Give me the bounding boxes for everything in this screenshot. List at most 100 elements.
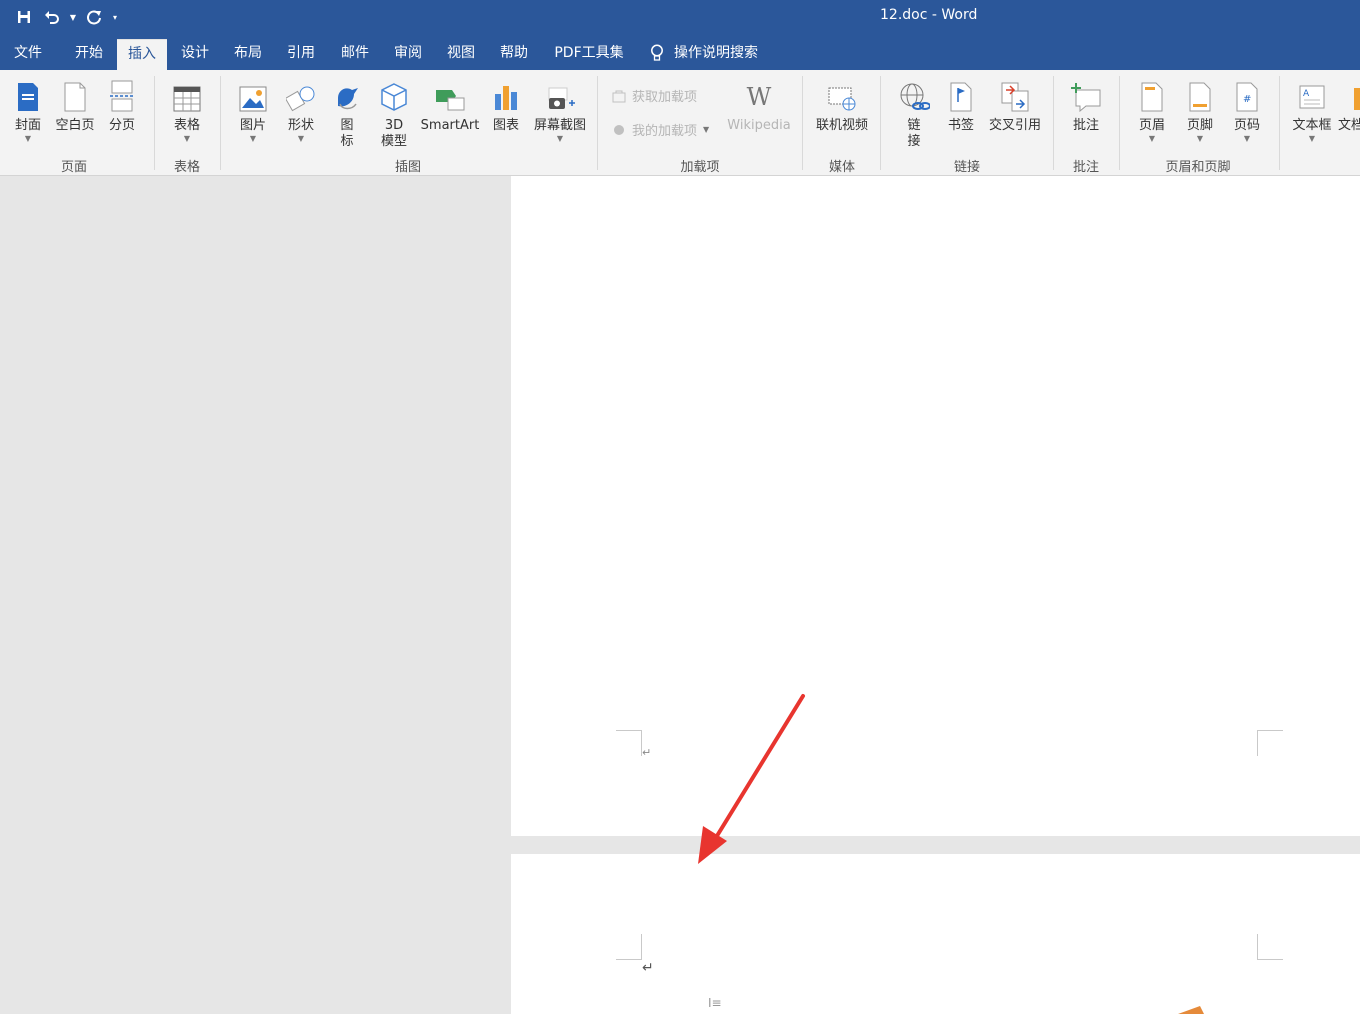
lightbulb-icon <box>651 44 663 61</box>
redo-button[interactable] <box>82 4 106 30</box>
document-parts-icon <box>1354 88 1360 110</box>
icons-button[interactable]: 图 标 <box>330 78 364 150</box>
group-separator <box>1053 76 1054 170</box>
undo-button[interactable] <box>40 4 64 30</box>
page-number-icon: # <box>1236 82 1258 112</box>
cross-reference-icon <box>1001 82 1029 112</box>
header-button[interactable]: 页眉 ▼ <box>1132 78 1172 144</box>
page-break-icon <box>110 80 134 112</box>
online-video-icon <box>828 87 856 111</box>
chevron-down-icon: ▼ <box>69 12 77 22</box>
chevron-down-icon: ▼ <box>703 125 710 134</box>
table-icon <box>173 86 201 112</box>
link-button[interactable]: 链 接 <box>896 78 932 150</box>
tab-layout[interactable]: 布局 <box>225 39 271 70</box>
tab-insert[interactable]: 插入 <box>117 39 167 70</box>
footer-button[interactable]: 页脚 ▼ <box>1180 78 1220 144</box>
cover-page-icon <box>18 83 38 111</box>
textbox-button[interactable]: A 文本框 ▼ <box>1288 78 1336 144</box>
tab-file[interactable]: 文件 <box>4 39 52 70</box>
picture-icon <box>239 86 267 112</box>
blank-page-icon <box>64 82 86 112</box>
my-addins-button[interactable]: 我的加载项 ▼ <box>612 120 709 139</box>
group-label-header-footer: 页眉和页脚 <box>1165 160 1231 175</box>
page-number-button[interactable]: # 页码 ▼ <box>1226 78 1268 144</box>
document-parts-button[interactable]: 文档 <box>1338 78 1360 134</box>
new-comment-button[interactable]: 批注 <box>1064 78 1108 134</box>
tab-references[interactable]: 引用 <box>278 39 324 70</box>
annotation-arrow <box>698 694 1204 1014</box>
chevron-down-icon: ▼ <box>297 134 305 143</box>
undo-dropdown-button[interactable]: ▼ <box>68 4 78 30</box>
get-addins-button[interactable]: 获取加载项 <box>612 86 697 105</box>
ribbon-insert: 封面 ▼ 空白页 分页 页面 表格 ▼ 表格 图片 ▼ 形状 ▼ 图 标 3D … <box>0 70 1360 176</box>
bookmark-flag-icon <box>950 82 972 112</box>
link-globe-icon <box>900 83 930 110</box>
group-separator <box>597 76 598 170</box>
cover-page-button[interactable]: 封面 ▼ <box>8 78 48 144</box>
undo-icon <box>45 11 59 24</box>
tab-home[interactable]: 开始 <box>62 39 116 70</box>
document-canvas[interactable]: ↵ ↵ I≡ <box>0 176 1360 1014</box>
picture-button[interactable]: 图片 ▼ <box>232 78 274 144</box>
chart-button[interactable]: 图表 <box>488 78 524 134</box>
smartart-button[interactable]: SmartArt <box>420 78 480 134</box>
group-label-comments: 批注 <box>1072 160 1099 175</box>
tab-review[interactable]: 审阅 <box>385 39 431 70</box>
save-icon <box>18 11 30 23</box>
wikipedia-icon: W <box>746 83 772 111</box>
screenshot-button[interactable]: 屏幕截图 ▼ <box>530 78 590 144</box>
3d-model-button[interactable]: 3D 模型 <box>374 78 414 150</box>
addin-icon <box>614 124 624 135</box>
icons-insert-icon <box>338 88 358 110</box>
shapes-button[interactable]: 形状 ▼ <box>280 78 322 144</box>
title-bar: ▼ ▾ 12.doc - Word <box>0 0 1360 34</box>
textbox-icon: A <box>1299 85 1325 109</box>
tab-pdf-tools[interactable]: PDF工具集 <box>548 39 630 70</box>
group-label-tables: 表格 <box>173 160 200 175</box>
group-separator <box>220 76 221 170</box>
quick-access-toolbar: ▼ ▾ <box>12 0 120 34</box>
comment-add-icon <box>1071 83 1101 112</box>
tab-mailings[interactable]: 邮件 <box>332 39 378 70</box>
group-separator <box>802 76 803 170</box>
online-video-button[interactable]: 联机视频 <box>810 78 874 134</box>
blank-page-button[interactable]: 空白页 <box>52 78 98 134</box>
tab-view[interactable]: 视图 <box>438 39 484 70</box>
tab-help[interactable]: 帮助 <box>491 39 537 70</box>
group-label-media: 媒体 <box>828 160 855 175</box>
chevron-down-icon: ▼ <box>24 134 32 143</box>
chevron-down-icon: ▼ <box>1148 134 1156 143</box>
group-separator <box>1119 76 1120 170</box>
page-break-button[interactable]: 分页 <box>102 78 142 134</box>
tell-me-search[interactable]: 操作说明搜索 <box>650 39 758 67</box>
group-separator <box>880 76 881 170</box>
window-title: 12.doc - Word <box>880 7 978 23</box>
chevron-down-icon: ▼ <box>183 134 191 143</box>
chevron-down-icon: ▼ <box>1308 134 1316 143</box>
redo-icon <box>87 10 101 25</box>
group-label-addins: 加载项 <box>680 160 720 175</box>
chevron-down-icon: ▼ <box>1243 134 1251 143</box>
tell-me-label: 操作说明搜索 <box>674 45 758 61</box>
bookmark-button[interactable]: 书签 <box>942 78 980 134</box>
cross-reference-button[interactable]: 交叉引用 <box>986 78 1044 134</box>
smartart-icon <box>436 90 465 111</box>
chevron-down-icon: ▼ <box>249 134 257 143</box>
store-icon <box>612 90 626 102</box>
tab-design[interactable]: 设计 <box>172 39 218 70</box>
svg-text:A: A <box>1303 89 1310 99</box>
chevron-down-icon: ▼ <box>556 134 564 143</box>
ribbon-tabs: 文件 开始 插入 设计 布局 引用 邮件 审阅 视图 帮助 PDF工具集 操作说… <box>0 34 1360 70</box>
customize-qat-icon: ▾ <box>112 12 117 22</box>
wikipedia-button[interactable]: W Wikipedia <box>724 78 794 134</box>
table-button[interactable]: 表格 ▼ <box>166 78 208 144</box>
footer-icon <box>1189 82 1211 112</box>
shapes-icon <box>286 86 315 112</box>
group-separator <box>1279 76 1280 170</box>
group-separator <box>154 76 155 170</box>
camera-icon <box>548 87 575 109</box>
save-button[interactable] <box>12 4 36 30</box>
header-icon <box>1141 82 1163 112</box>
customize-qat-button[interactable]: ▾ <box>110 4 120 30</box>
